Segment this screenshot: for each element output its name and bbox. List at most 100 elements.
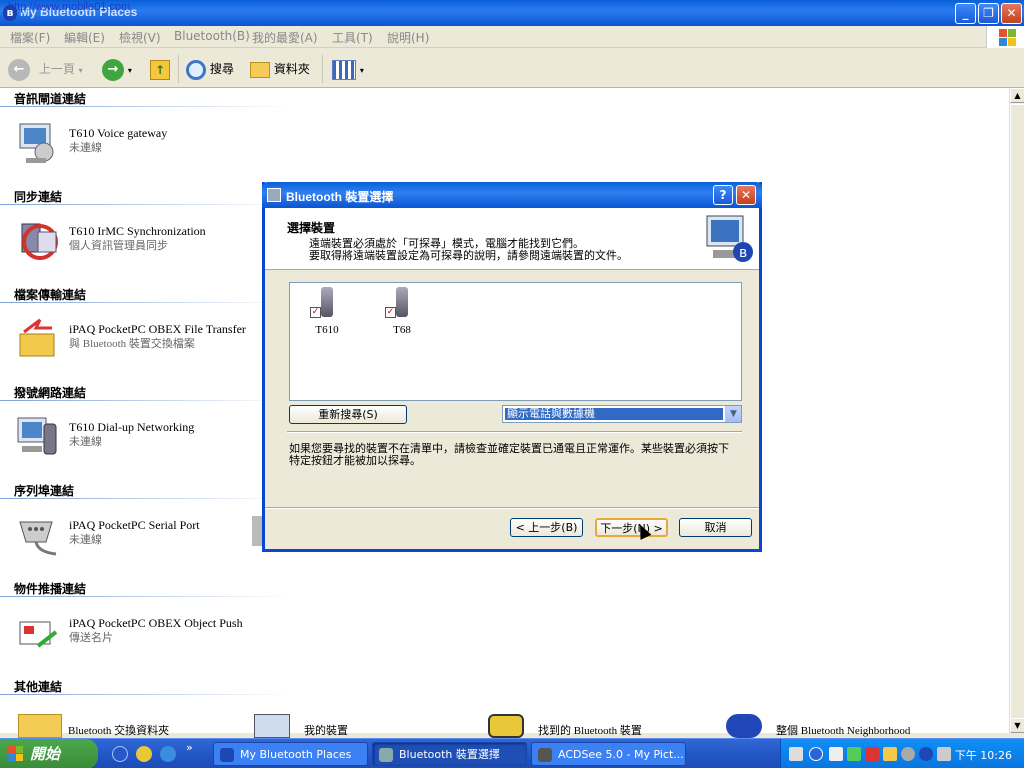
menu-favorites[interactable]: 我的最愛(A) — [252, 29, 318, 46]
dialog-close-button[interactable]: ✕ — [736, 185, 756, 205]
menu-view[interactable]: 檢視(V) — [119, 29, 161, 46]
up-folder-button[interactable]: ↑ — [150, 57, 170, 81]
windows-logo-icon — [986, 26, 1024, 48]
quicklaunch-icon[interactable] — [112, 746, 128, 762]
windows-flag-icon — [8, 746, 23, 761]
item-entire-neighborhood[interactable]: 整個 Bluetooth Neighborhood — [726, 714, 966, 738]
dialog-app-icon — [267, 188, 281, 202]
item-my-devices[interactable]: 我的裝置 — [254, 714, 454, 738]
network-icon[interactable] — [829, 747, 843, 761]
svg-text:ʙ: ʙ — [739, 245, 747, 261]
scroll-up-arrow[interactable]: ▲ — [1010, 88, 1024, 103]
tray-arrow-icon[interactable] — [809, 747, 823, 761]
item-obex-file-transfer[interactable]: iPAQ PocketPC OBEX File Transfer 與 Bluet… — [16, 312, 286, 362]
computer-icon — [254, 714, 290, 738]
back-arrow-icon: ← — [8, 58, 30, 81]
found-devices-icon — [488, 714, 524, 738]
next-button[interactable]: 下一步(N) > — [595, 518, 668, 537]
tray-app-icon[interactable] — [847, 747, 861, 761]
serial-port-icon — [19, 521, 57, 556]
bluetooth-tray-icon[interactable] — [919, 747, 933, 761]
internet-explorer-icon[interactable] — [160, 746, 176, 762]
tray-app-icon[interactable] — [865, 747, 879, 761]
media-player-icon[interactable] — [136, 746, 152, 762]
cancel-button[interactable]: 取消 — [679, 518, 752, 537]
device-item-t68[interactable]: ✓ T68 — [377, 287, 427, 339]
device-checkbox[interactable]: ✓ — [310, 307, 321, 318]
search-button[interactable]: 搜尋 — [186, 57, 234, 81]
watermark-url: http://www.mobile01.com — [8, 1, 131, 13]
dialog-heading: 選擇裝置 — [287, 221, 336, 235]
scroll-down-arrow[interactable]: ▼ — [1010, 718, 1024, 733]
item-bluetooth-exchange-folder[interactable]: Bluetooth 交換資料夾 — [18, 714, 218, 738]
file-transfer-icon — [19, 318, 55, 357]
task-acdsee[interactable]: ACDSee 5.0 - My Pict... — [531, 742, 686, 766]
start-button[interactable]: 開始 — [0, 739, 98, 768]
dialog-icon — [379, 748, 393, 762]
up-folder-icon: ↑ — [150, 59, 170, 80]
group-heading: 音訊閘道連結 — [14, 92, 87, 106]
restore-button[interactable]: ❐ — [978, 3, 999, 24]
forward-arrow-icon: → — [102, 58, 124, 81]
voice-gateway-icon — [19, 123, 54, 163]
keyboard-icon[interactable] — [789, 747, 803, 761]
group-heading: 同步連結 — [14, 190, 63, 204]
vertical-scrollbar[interactable]: ▲ ▼ — [1009, 88, 1024, 733]
tray-app-icon[interactable] — [937, 747, 951, 761]
chevron-down-icon[interactable]: ▼ — [725, 406, 741, 422]
device-checkbox[interactable]: ✓ — [385, 307, 396, 318]
item-found-devices[interactable]: 找到的 Bluetooth 裝置 — [488, 714, 708, 738]
task-device-selection[interactable]: Bluetooth 裝置選擇 — [372, 742, 527, 766]
group-heading: 序列埠連結 — [14, 484, 75, 498]
chevron-more-icon[interactable]: » — [186, 741, 193, 754]
group-heading: 物件推播連結 — [14, 582, 87, 596]
folder-icon — [250, 61, 270, 78]
dialog-title-bar[interactable]: Bluetooth 裝置選擇 ? ✕ — [262, 182, 762, 208]
item-irmc-sync[interactable]: T610 IrMC Synchronization 個人資訊管理員同步 — [16, 214, 286, 264]
views-icon — [332, 59, 356, 80]
bluetooth-neighborhood-icon — [726, 714, 762, 738]
item-dialup-networking[interactable]: T610 Dial-up Networking 未連線 — [16, 410, 286, 460]
menu-edit[interactable]: 編輯(E) — [64, 29, 105, 46]
forward-button[interactable]: → ▾ — [102, 57, 132, 81]
menu-file[interactable]: 檔案(F) — [10, 29, 50, 46]
dialog-description-2: 要取得將遠端裝置設定為可探尋的說明，請參閱遠端裝置的文件。 — [309, 249, 628, 262]
clock: 下午 10:26 — [954, 749, 1012, 762]
item-object-push[interactable]: iPAQ PocketPC OBEX Object Push 傳送名片 — [16, 606, 286, 656]
device-list[interactable]: ✓ T610 ✓ T68 — [289, 282, 742, 401]
research-button[interactable]: 重新搜尋(S) — [289, 405, 407, 424]
search-icon — [186, 59, 206, 80]
group-heading: 其他連結 — [14, 680, 63, 694]
task-my-bluetooth-places[interactable]: My Bluetooth Places — [213, 742, 368, 766]
minimize-button[interactable]: _ — [955, 3, 976, 24]
back-button[interactable]: < 上一步(B) — [510, 518, 583, 537]
menu-tools[interactable]: 工具(T) — [332, 29, 373, 46]
menu-bluetooth[interactable]: Bluetooth(B) — [174, 29, 250, 43]
device-selection-dialog: Bluetooth 裝置選擇 ? ✕ 選擇裝置 遠端裝置必須處於「可探尋」模式，… — [262, 182, 762, 552]
back-button[interactable]: ← 上一頁 ▾ — [8, 57, 83, 81]
device-filter-select[interactable]: 顯示電話與數據機 ▼ — [502, 405, 742, 423]
help-button[interactable]: ? — [713, 185, 733, 205]
phone-icon — [396, 287, 408, 317]
menu-bar: 檔案(F) 編輯(E) 檢視(V) Bluetooth(B) 我的最愛(A) 工… — [0, 26, 1024, 48]
bluetooth-computer-icon: ʙ — [706, 215, 753, 262]
object-push-icon — [19, 621, 58, 648]
item-voice-gateway[interactable]: T610 Voice gateway 未連線 — [16, 116, 286, 166]
taskbar: 開始 » My Bluetooth Places Bluetooth 裝置選擇 … — [0, 738, 1024, 768]
menu-help[interactable]: 說明(H) — [387, 29, 429, 46]
dialog-header: 選擇裝置 遠端裝置必須處於「可探尋」模式，電腦才能找到它們。 要取得將遠端裝置設… — [265, 208, 759, 270]
device-item-t610[interactable]: ✓ T610 — [302, 287, 352, 339]
dialup-icon — [17, 417, 57, 455]
tray-app-icon[interactable] — [883, 747, 897, 761]
views-button[interactable]: ▾ — [332, 57, 364, 81]
volume-icon[interactable] — [901, 747, 915, 761]
close-button[interactable]: ✕ — [1001, 3, 1022, 24]
folders-button[interactable]: 資料夾 — [250, 57, 310, 81]
sync-icon — [21, 223, 58, 260]
phone-icon — [321, 287, 333, 317]
acdsee-icon — [538, 748, 552, 762]
item-serial-port[interactable]: iPAQ PocketPC Serial Port 未連線 — [16, 508, 286, 558]
bluetooth-icon — [220, 748, 234, 762]
scroll-thumb[interactable] — [1010, 104, 1024, 724]
title-bar[interactable]: ʙ http://www.mobile01.com My Bluetooth P… — [0, 0, 1024, 26]
